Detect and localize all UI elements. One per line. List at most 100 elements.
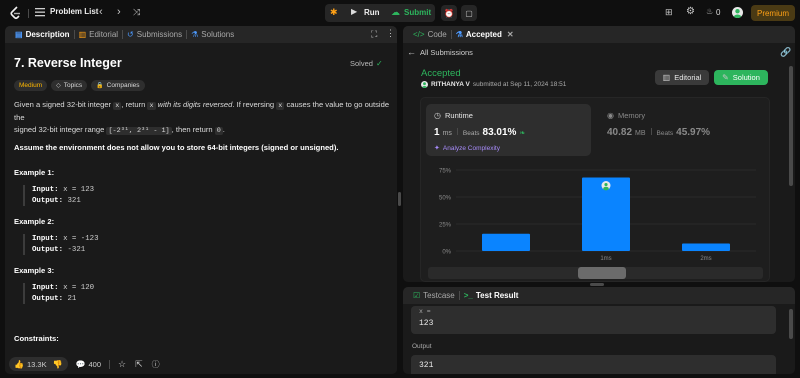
all-submissions-link[interactable]: ← All Submissions [407,47,473,57]
run-button[interactable]: Run [364,8,380,17]
leetcode-logo[interactable] [9,6,22,20]
editorial-button[interactable]: ▥ Editorial [655,70,709,85]
runtime-unit: ms [442,130,452,137]
notes-icon[interactable]: ▢ [461,5,477,21]
edit-icon: ✎ [722,73,729,82]
companies-tag[interactable]: 🔒 Companies [91,80,145,91]
tab-code[interactable]: </> Code [409,26,451,43]
tab-testcase[interactable]: ☑ Testcase [409,287,459,304]
chart-bar [682,243,730,251]
arrow-left-icon: ← [407,47,416,57]
analyze-complexity-link[interactable]: ✦ Analyze Complexity [434,144,500,153]
runtime-label: Runtime [444,111,473,120]
problem-list-icon[interactable] [35,7,45,17]
topics-label: Topics [63,82,83,89]
tab-editorial[interactable]: ▥ Editorial [75,26,122,43]
example-1: Example 1: Input: x = 123 Output: 321 [14,168,94,206]
alarm-icon[interactable]: ⏰ [441,5,457,21]
likes-count: 13.3K [26,359,47,369]
tab-description[interactable]: ▤ Description [11,26,74,43]
layout-grid-icon[interactable]: ⊞ [665,7,673,18]
star-icon[interactable]: ☆ [118,359,126,370]
input-label: x = [419,308,431,315]
debug-icon[interactable]: ✱ [330,7,338,18]
play-icon[interactable]: ▶ [351,7,357,16]
tab-testcase-label: Testcase [423,291,455,300]
flask-icon: ⚗ [191,30,199,39]
history-icon: ↺ [127,30,134,39]
panel-resize-handle[interactable] [398,192,401,206]
submit-button[interactable]: Submit [404,8,431,17]
close-icon[interactable]: ✕ [507,30,514,39]
submission-panel: </> Code ⚗ Accepted ✕ ← All Submissions … [403,26,795,282]
shuffle-icon[interactable]: ⤨ [133,7,140,18]
submission-meta: RITHANYA V submitted at Sep 11, 2024 18:… [421,81,566,88]
tab-solutions[interactable]: ⚗ Solutions [187,26,238,43]
example-output: 21 [67,294,77,303]
cloud-upload-icon[interactable]: ☁ [391,7,400,18]
user-avatar [421,81,428,88]
maximize-icon[interactable]: ⛶ [371,29,377,40]
comments-count: 400 [88,359,102,369]
like-button[interactable]: 👍 13.3K 👎 [9,357,68,371]
desc-text: . If reversing [232,100,277,109]
tab-submissions[interactable]: ↺ Submissions [123,26,186,43]
test-panel-scrollbar[interactable] [789,309,793,339]
output-value: 321 [419,361,434,370]
memory-card[interactable]: ◉ Memory 40.82 MB Beats 45.97% [599,104,764,156]
username[interactable]: RITHANYA V [431,81,470,88]
solution-button[interactable]: ✎ Solution [714,70,768,85]
panel-scrollbar[interactable] [789,66,793,186]
memory-value: 40.82 [607,127,633,138]
comment-icon: 💬 [75,359,86,369]
share-icon[interactable]: ⇱ [135,359,143,370]
constraints-heading: Constraints: [14,334,59,343]
description-panel: ▤ Description ▥ Editorial ↺ Submissions … [5,26,397,374]
settings-gear-icon[interactable]: ⚙ [686,6,695,17]
avatar[interactable] [732,7,743,18]
x-tick-label: 1ms [600,256,611,262]
fire-streak-icon[interactable]: ♨ [706,7,713,16]
chart-scrollbar[interactable] [428,267,763,279]
tag-icon: ◇ [56,83,61,89]
y-tick-label: 75% [439,169,452,175]
checkbox-icon: ☑ [413,291,421,300]
memory-beats-label: Beats [656,130,674,137]
help-icon[interactable]: ⓘ [152,359,160,370]
problem-list-link[interactable]: Problem List [50,7,98,16]
top-bar: Problem List ‹ › ⤨ ✱ ▶ Run ☁ Submit ⏰ ▢ … [0,0,800,26]
assumption-note: Assume the environment does not allow yo… [14,143,339,152]
chart-scrollbar-thumb[interactable] [578,267,626,279]
chevron-left-icon[interactable]: ‹ [99,6,103,18]
submission-tabs: </> Code ⚗ Accepted ✕ [403,26,795,43]
topics-tag[interactable]: ◇ Topics [51,80,88,91]
input-label: Input: [32,186,59,194]
panel-resize-handle-horizontal[interactable] [590,283,604,286]
output-label: Output: [32,294,64,303]
difficulty-badge[interactable]: Medium [14,80,48,91]
thumbs-up-icon: 👍 [14,359,24,369]
desc-text: , return [121,100,148,109]
companies-label: Companies [106,82,140,89]
tab-solutions-label: Solutions [201,30,235,39]
premium-button[interactable]: Premium [751,5,795,21]
desc-text: signed 32-bit integer range [14,125,107,134]
leaf-icon: ❧ [519,130,526,137]
user-marker-body [603,186,609,191]
example-title: Example 2: [14,217,55,226]
runtime-card[interactable]: ◷ Runtime 1 ms Beats 83.01% ❧ ✦ Analyze … [426,104,591,156]
page-title: 7. Reverse Integer [14,56,122,70]
more-options-icon[interactable]: ⋮ [386,28,395,39]
tab-test-result[interactable]: >_ Test Result [460,287,523,304]
user-marker-head [604,182,608,187]
tab-editorial-label: Editorial [89,30,119,39]
thumbs-down-icon[interactable]: 👎 [53,360,63,369]
memory-chip-icon: ◉ [607,111,614,120]
comments-button[interactable]: 💬 400 [76,360,101,369]
flask-icon: ⚗ [455,30,463,39]
example-3: Example 3: Input: x = 120 Output: 21 [14,266,94,304]
tab-accepted[interactable]: ⚗ Accepted ✕ [452,26,518,43]
chevron-right-icon[interactable]: › [117,6,121,18]
link-icon[interactable]: 🔗 [780,47,791,58]
example-input: x = 123 [63,186,95,194]
